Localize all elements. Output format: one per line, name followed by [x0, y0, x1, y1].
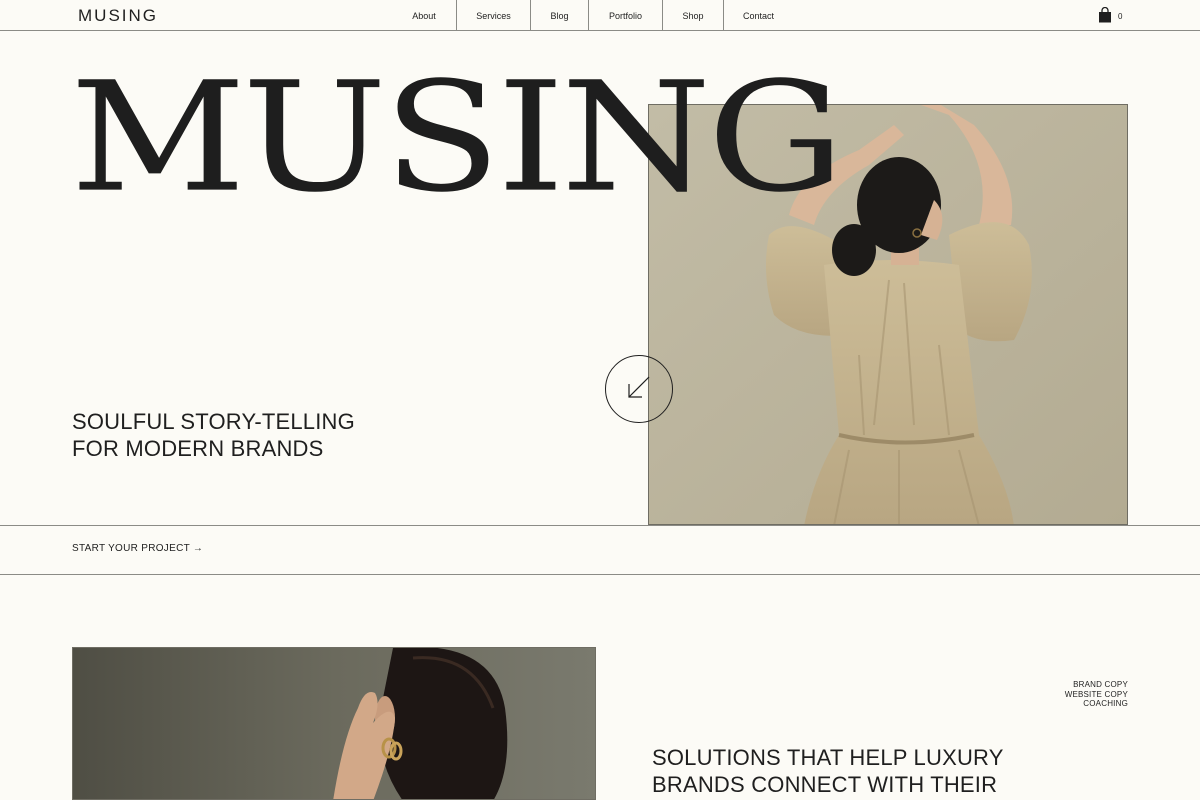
- services-list: BRAND COPY WEBSITE COPY COACHING: [1065, 680, 1128, 709]
- top-nav: MUSING About Services Blog Portfolio Sho…: [0, 0, 1200, 31]
- hero-wordmark: MUSING: [70, 48, 845, 226]
- cart-button[interactable]: 0: [1098, 6, 1123, 25]
- cta-band: START YOUR PROJECT →: [0, 525, 1200, 575]
- tagline-line-2: FOR MODERN BRANDS: [72, 436, 324, 461]
- menu-item-about[interactable]: About: [392, 0, 456, 31]
- service-item-brand-copy[interactable]: BRAND COPY: [1065, 680, 1128, 690]
- headline-line-2: BRANDS CONNECT WITH THEIR: [652, 772, 998, 797]
- service-item-website-copy[interactable]: WEBSITE COPY: [1065, 690, 1128, 700]
- menu-item-contact[interactable]: Contact: [723, 0, 793, 31]
- arrow-down-left-icon: [626, 374, 652, 405]
- main-menu: About Services Blog Portfolio Shop Conta…: [392, 0, 793, 31]
- hero-tagline: SOULFUL STORY-TELLING FOR MODERN BRANDS: [72, 408, 355, 462]
- shopping-bag-icon: [1098, 6, 1112, 25]
- woman-with-earring-image: [73, 648, 595, 799]
- service-item-coaching[interactable]: COACHING: [1065, 699, 1128, 709]
- headline-line-1: SOLUTIONS THAT HELP LUXURY: [652, 745, 1004, 770]
- second-photo: [72, 647, 596, 800]
- site-logo[interactable]: MUSING: [78, 6, 158, 26]
- tagline-line-1: SOULFUL STORY-TELLING: [72, 409, 355, 434]
- menu-item-services[interactable]: Services: [456, 0, 530, 31]
- menu-item-portfolio[interactable]: Portfolio: [588, 0, 662, 31]
- start-project-link[interactable]: START YOUR PROJECT →: [72, 543, 203, 554]
- solutions-headline: SOLUTIONS THAT HELP LUXURY BRANDS CONNEC…: [652, 744, 1004, 798]
- menu-item-shop[interactable]: Shop: [662, 0, 723, 31]
- cart-count: 0: [1118, 11, 1123, 21]
- menu-item-blog[interactable]: Blog: [530, 0, 588, 31]
- scroll-down-button[interactable]: [605, 355, 673, 423]
